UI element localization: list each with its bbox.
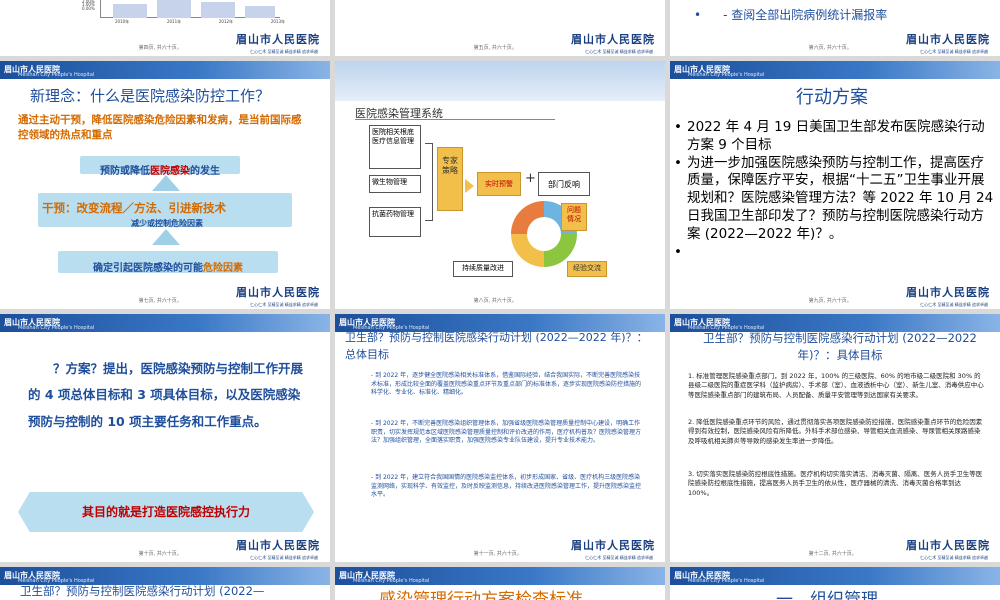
slogan: 仁心仁术 至精至诚 精益求精 追求卓越 — [250, 302, 318, 307]
plus-sign: + — [525, 171, 536, 186]
box-expert: 专家策略 — [437, 147, 463, 211]
slogan: 仁心仁术 至精至诚 精益求精 追求卓越 — [920, 49, 988, 54]
bar-prevent: 预防或降低医院感染的发生 — [80, 156, 240, 177]
footer: 第五页, 共六十页。 眉山市人民医院 仁心仁术 至精至诚 精益求精 追求卓越 — [335, 33, 665, 56]
slogan: 仁心仁术 至精至诚 精益求精 追求卓越 — [920, 555, 988, 560]
slide-3[interactable]: • - 查阅全部出院病例统计漏报率 第六页, 共六十页。 眉山市人民医院 仁心仁术… — [670, 0, 1000, 56]
list-item: 为进一步加强医院感染预防与控制工作，提高医疗质量，保障医疗平安，根据“十二五”卫… — [674, 155, 994, 244]
slogan: 仁心仁术 至精至诚 精益求精 追求卓越 — [585, 555, 653, 560]
page-number: 第五页, 共六十页。 — [473, 45, 517, 51]
slide-header: 眉山市人民医院 Meishan City People's Hospital — [335, 567, 665, 585]
slide-title: 感染管理行动方案检查标准 — [379, 590, 583, 600]
hospital-name: 眉山市人民医院 — [906, 539, 990, 552]
slide-11[interactable]: 眉山市人民医院 Meishan City People's Hospital 感染… — [335, 567, 665, 600]
goal-item-2: - 到 2022 年，不断完善医院感染组织管理体系，加强省级医院感染管理质量控制… — [371, 420, 642, 445]
goal-item-3: - 到 2022 年，建立符合我国国情的医院感染监控体系，初步形成国家、省级、医… — [371, 474, 642, 499]
box-experience: 经验交流 — [567, 261, 607, 277]
slide-12[interactable]: 眉山市人民医院 Meishan City People's Hospital 一、… — [670, 567, 1000, 600]
slide-6[interactable]: 眉山市人民医院 Meishan City People's Hospital 行动… — [670, 61, 1000, 309]
page-number: 第四页, 共六十页。 — [138, 45, 182, 51]
list-item: 2022 年 4 月 19 日美国卫生部发布医院感染行动方案 9 个目标 — [674, 119, 994, 155]
arrow-up-1 — [152, 175, 180, 191]
slide-title: 一、组织管理 — [776, 590, 878, 600]
title-underline — [355, 119, 555, 120]
page-number: 第六页, 共六十页。 — [808, 45, 852, 51]
slide-7[interactable]: 眉山市人民医院 Meishan City People's Hospital ？方… — [0, 314, 330, 562]
slide-5[interactable]: 医院感染管理系统 医院相关根底医疗信息管理 微生物管理 抗菌药物管理 专家策略 … — [335, 61, 665, 309]
hospital-name: 眉山市人民医院 — [906, 286, 990, 299]
box-improve: 持续质量改进 — [453, 261, 513, 277]
footer: 第四页, 共六十页。 眉山市人民医院 仁心仁术 至精至诚 精益求精 追求卓越 — [0, 33, 330, 56]
slide-title: 卫生部？预防与控制医院感染行动计划 (2022—2022 年)？：具体目标 — [703, 331, 977, 362]
bracket — [425, 143, 433, 221]
box-antibiotic: 抗菌药物管理 — [369, 207, 421, 237]
footer: 第八页, 共六十页。 — [335, 287, 665, 309]
page-number: 第十页, 共六十页。 — [138, 551, 182, 557]
year-labels: 2010年 2011年 2012年 2013年 — [115, 19, 285, 24]
hospital-name: 眉山市人民医院 — [236, 539, 320, 552]
box-issue: 问题情况 — [561, 203, 587, 231]
hospital-name: 眉山市人民医院 — [236, 286, 320, 299]
slogan: 仁心仁术 至精至诚 精益求精 追求卓越 — [920, 302, 988, 307]
slide-4[interactable]: 眉山市人民医院 Meishan City People's Hospital 新理… — [0, 61, 330, 309]
slide-bg-top — [335, 61, 665, 101]
banner-text: 其目的就是打造医院感控执行力 — [81, 505, 250, 519]
page-number: 第八页, 共六十页。 — [473, 298, 517, 304]
bullet-line: • - 查阅全部出院病例统计漏报率 — [694, 8, 888, 22]
body-text: ？方案？提出，医院感染预防与控制工作开展的 4 项总体目标和 3 项具体目标，以… — [28, 361, 304, 429]
page-number: 第十二页, 共六十页。 — [808, 551, 857, 557]
slogan: 仁心仁术 至精至诚 精益求精 追求卓越 — [250, 49, 318, 54]
slide-header: 眉山市人民医院 Meishan City People's Hospital — [0, 61, 330, 79]
box-base-info: 医院相关根底医疗信息管理 — [369, 125, 421, 169]
slide-10[interactable]: 眉山市人民医院 Meishan City People's Hospital 卫生… — [0, 567, 330, 600]
chart-area — [100, 0, 280, 18]
slide-header: 眉山市人民医院 Meishan City People's Hospital — [670, 567, 1000, 585]
goal-item-1: - 到 2022 年，逐步健全医院感染相关标准体系，借鉴国际经验，结合我国实际，… — [371, 372, 642, 397]
slide-title: 卫生部？预防与控制医院感染行动计划 (2022—2022 年)？：总体目标 — [345, 331, 648, 361]
footer: 第十一页, 共六十页。 眉山市人民医院 仁心仁术 至精至诚 精益求精 追求卓越 — [335, 539, 665, 562]
page-number: 第九页, 共六十页。 — [808, 298, 852, 304]
page-number: 第七页, 共六十页。 — [138, 298, 182, 304]
slide-title: 卫生部？预防与控制医院感染行动计划 (2022— — [20, 584, 265, 598]
arrow-to-alert — [465, 179, 474, 193]
footer: 第七页, 共六十页。 眉山市人民医院 仁心仁术 至精至诚 精益求精 追求卓越 — [0, 286, 330, 309]
slogan: 仁心仁术 至精至诚 精益求精 追求卓越 — [250, 555, 318, 560]
slide-header: 眉山市人民医院 Meishan City People's Hospital — [670, 61, 1000, 79]
slide-8[interactable]: 眉山市人民医院 Meishan City People's Hospital 卫生… — [335, 314, 665, 562]
bar-risk: 确定引起医院感染的可能危险因素 — [58, 251, 278, 274]
target-item-1: 1. 标准管理医院感染重点部门，到 2022 年，100% 的三级医院、60% … — [688, 372, 984, 399]
slogan: 仁心仁术 至精至诚 精益求精 追求卓越 — [585, 49, 653, 54]
footer: 第十页, 共六十页。 眉山市人民医院 仁心仁术 至精至诚 精益求精 追求卓越 — [0, 539, 330, 562]
page-number: 第十一页, 共六十页。 — [473, 551, 522, 557]
slide-2[interactable]: 第五页, 共六十页。 眉山市人民医院 仁心仁术 至精至诚 精益求精 追求卓越 — [335, 0, 665, 56]
hospital-name: 眉山市人民医院 — [906, 33, 990, 46]
hospital-name: 眉山市人民医院 — [571, 33, 655, 46]
box-alert: 实时预警 — [477, 172, 521, 196]
box-feedback: 部门反响 — [538, 172, 590, 196]
lead-text: 通过主动干预，降低医院感染危险因素和发病，是当前国际感控领域的热点和重点 — [18, 114, 302, 142]
target-item-3: 3. 切实落实医院感染防控根底性措施。医疗机构切实落实清洁、消毒灭菌、隔离、医务… — [688, 470, 983, 497]
slide-1[interactable]: 2.00% 1.00% 0.00% 2010年 2011年 2012年 2013年 第四页… — [0, 0, 330, 56]
box-microbe: 微生物管理 — [369, 175, 421, 193]
tick-labels: 2.00% 1.00% 0.00% — [82, 0, 95, 11]
footer: 第九页, 共六十页。 眉山市人民医院 仁心仁术 至精至诚 精益求精 追求卓越 — [670, 286, 1000, 309]
slide-title: 行动方案 — [796, 87, 868, 108]
target-item-2: 2. 降低医院感染重点环节的风险，通过贯彻落实各项医院感染防控措施，医院感染重点… — [688, 418, 983, 445]
hospital-name: 眉山市人民医院 — [236, 33, 320, 46]
footer: 第十二页, 共六十页。 眉山市人民医院 仁心仁术 至精至诚 精益求精 追求卓越 — [670, 539, 1000, 562]
slide-9[interactable]: 眉山市人民医院 Meishan City People's Hospital 卫生… — [670, 314, 1000, 562]
arrow-up-2 — [152, 229, 180, 245]
slide-header: 眉山市人民医院 Meishan City People's Hospital — [0, 314, 330, 332]
action-plan-list: 2022 年 4 月 19 日美国卫生部发布医院感染行动方案 9 个目标 为进一… — [674, 119, 994, 262]
slide-title: 新理念：什么是医院感染防控工作？ — [30, 87, 271, 105]
hospital-name: 眉山市人民医院 — [571, 539, 655, 552]
footer: 第六页, 共六十页。 眉山市人民医院 仁心仁术 至精至诚 精益求精 追求卓越 — [670, 33, 1000, 56]
bar-intervene: 干预：改变流程／方法、引进新技术 减少或控制危险因素 — [38, 193, 292, 228]
